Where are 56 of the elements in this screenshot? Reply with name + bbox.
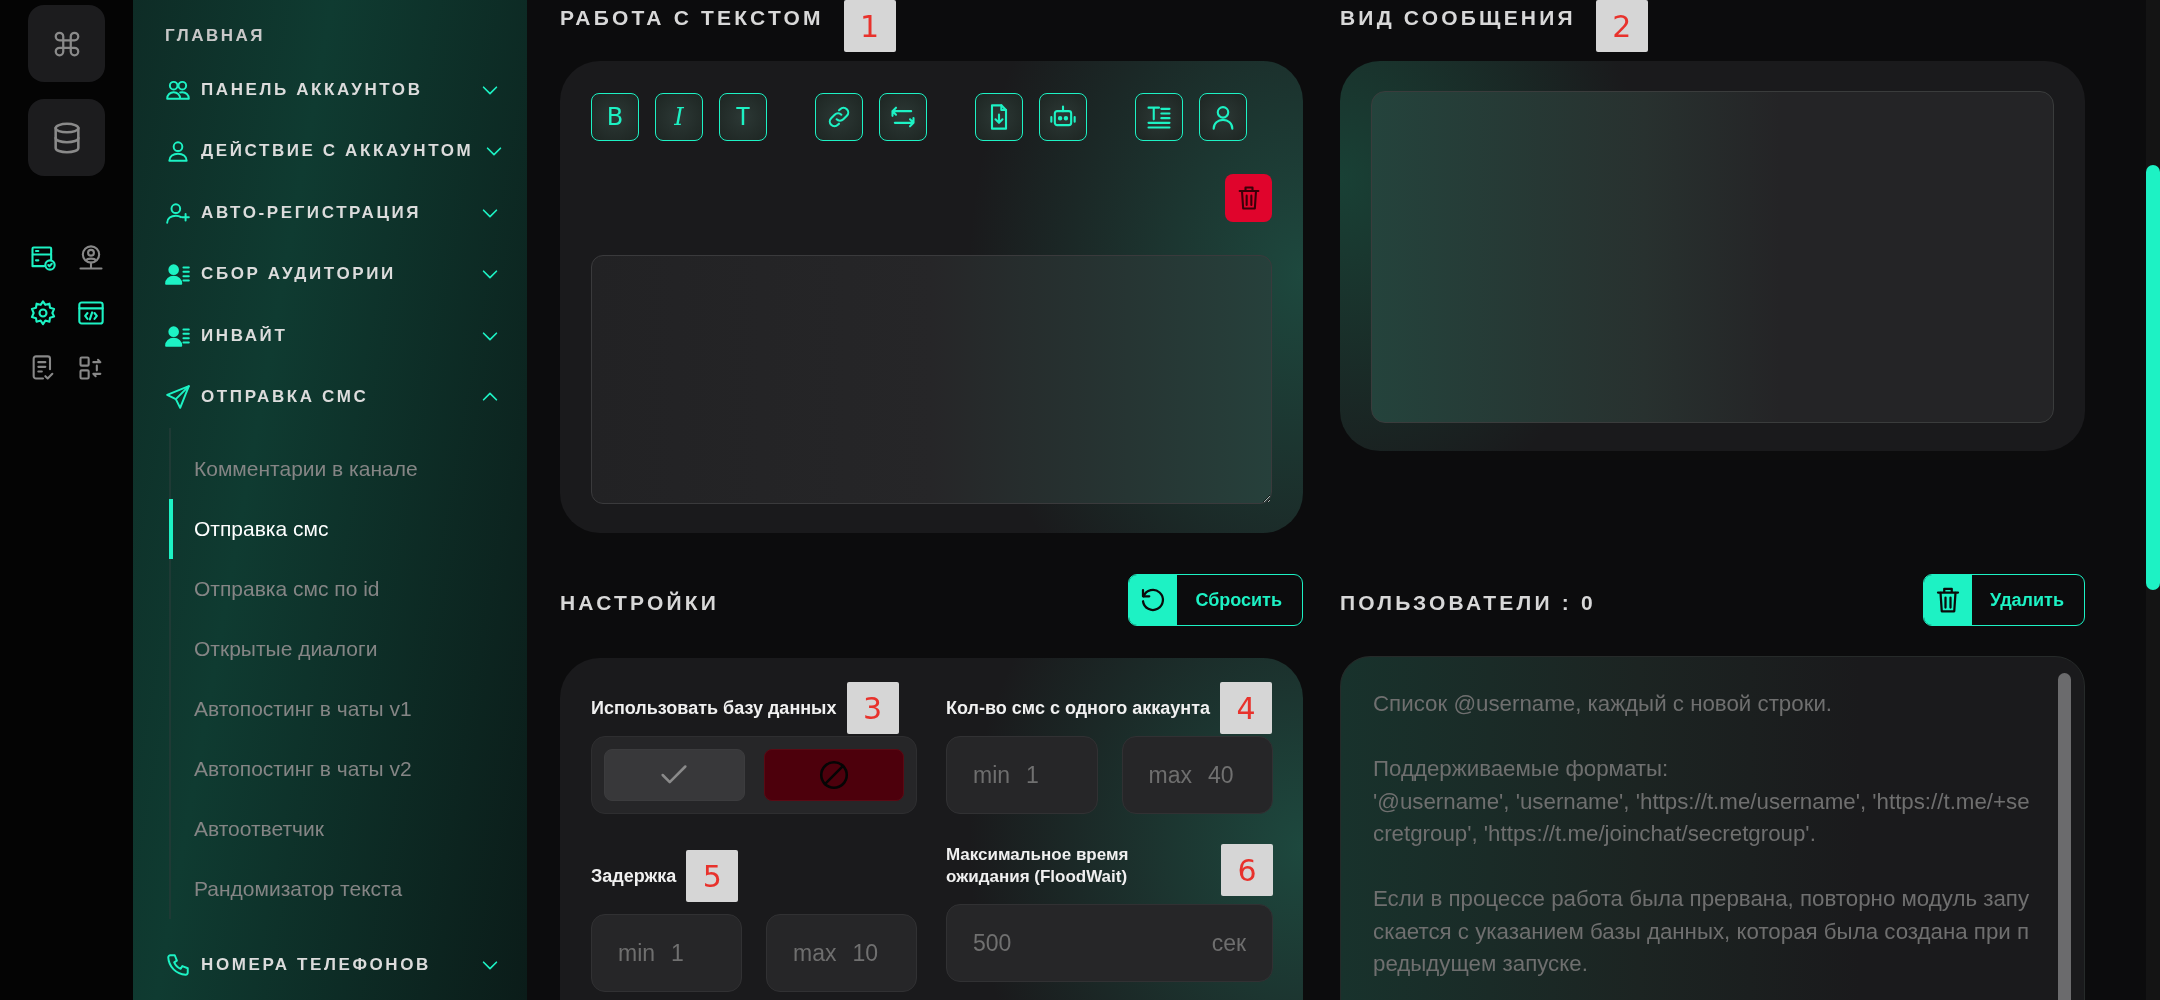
- submenu-item[interactable]: Автоответчик: [169, 799, 527, 859]
- annotation-marker: 6: [1221, 844, 1273, 896]
- submenu-item[interactable]: Отправка смс: [169, 499, 527, 559]
- sidebar-title: ГЛАВНАЯ: [165, 25, 265, 47]
- submenu-item[interactable]: Комментарии в канале: [169, 439, 527, 499]
- gear-icon: [28, 299, 57, 327]
- sidebar-item[interactable]: СБОР АУДИТОРИИ: [165, 243, 527, 305]
- sidebar-item[interactable]: ПАНЕЛЬ АККАУНТОВ: [165, 59, 527, 121]
- annotation-marker: 3: [846, 682, 899, 734]
- submenu-item[interactable]: Автопостинг в чаты v1: [169, 679, 527, 739]
- setting-label: Использовать базу данных: [591, 697, 837, 719]
- code-window-icon: [76, 299, 105, 327]
- annotation-marker: 4: [1219, 682, 1272, 734]
- message-input[interactable]: [591, 255, 1272, 504]
- users-input[interactable]: Список @username, каждый с новой строки. Поддерживаемые форматы: '@username', 'username', 'https://t.me/username', 'https://t.me/+secretgroup', 'https://t.me/joinchat/secretgroup'. Если в процессе работа была прервана, повторно модуль запускается с указанием базы данных, которая была создана при предыдущем запуске.: [1340, 656, 2085, 1000]
- annotation-marker: 2: [1595, 0, 1648, 52]
- setting-label: Максимальное время ожидания (FloodWait): [946, 844, 1130, 888]
- submenu-item[interactable]: Открытые диалоги: [169, 619, 527, 679]
- send-icon: [165, 384, 191, 411]
- user-button[interactable]: [1199, 93, 1247, 141]
- phone-icon: [165, 951, 191, 978]
- delete-button[interactable]: [1225, 174, 1272, 222]
- robot-button[interactable]: [1039, 93, 1087, 141]
- setting-label: Задержка: [591, 865, 677, 887]
- user-list-icon: [165, 261, 191, 288]
- section-title: ПОЛЬЗОВАТЕЛИ : 0: [1340, 589, 1596, 616]
- user-network-icon: [76, 244, 105, 272]
- file-download-button[interactable]: [975, 93, 1023, 141]
- database-button[interactable]: [28, 99, 105, 176]
- sidebar-item[interactable]: ДЕЙСТВИЕ С АККАУНТОМ: [165, 120, 527, 182]
- user-icon: [165, 138, 191, 165]
- sidebar-item[interactable]: АВТО-РЕГИСТРАЦИЯ: [165, 182, 527, 244]
- section-title: ВИД СООБЩЕНИЯ: [1340, 5, 1576, 31]
- scrollbar-thumb[interactable]: [2058, 673, 2071, 1000]
- server-check-icon: [28, 244, 57, 272]
- scrollbar-thumb[interactable]: [2146, 165, 2160, 590]
- format-button[interactable]: T: [719, 93, 767, 141]
- section-title: РАБОТА С ТЕКСТОМ: [560, 5, 824, 31]
- repeat-button[interactable]: [879, 93, 927, 141]
- annotation-marker: 5: [686, 850, 739, 902]
- command-button[interactable]: [28, 5, 105, 82]
- setting-label: Кол-во смс с одного аккаунта: [946, 697, 1210, 719]
- text-format-button[interactable]: [1135, 93, 1183, 141]
- link-button[interactable]: [815, 93, 863, 141]
- submenu-item[interactable]: Рандомизатор текста: [169, 859, 527, 919]
- sidebar-item[interactable]: ИНВАЙТ: [165, 305, 527, 367]
- format-button[interactable]: I: [655, 93, 703, 141]
- submenu-item[interactable]: Автопостинг в чаты v2: [169, 739, 527, 799]
- annotation-marker: 1: [843, 0, 896, 52]
- sidebar-item[interactable]: ОТПРАВКА СМС: [165, 366, 527, 428]
- submenu-item[interactable]: Отправка смс по id: [169, 559, 527, 619]
- reset-button[interactable]: Сбросить: [1128, 574, 1303, 626]
- delete-users-button[interactable]: Удалить: [1923, 574, 2085, 626]
- section-title: НАСТРОЙКИ: [560, 589, 720, 616]
- sidebar-item[interactable]: НОМЕРА ТЕЛЕФОНОВ: [165, 934, 527, 996]
- format-button[interactable]: B: [591, 93, 639, 141]
